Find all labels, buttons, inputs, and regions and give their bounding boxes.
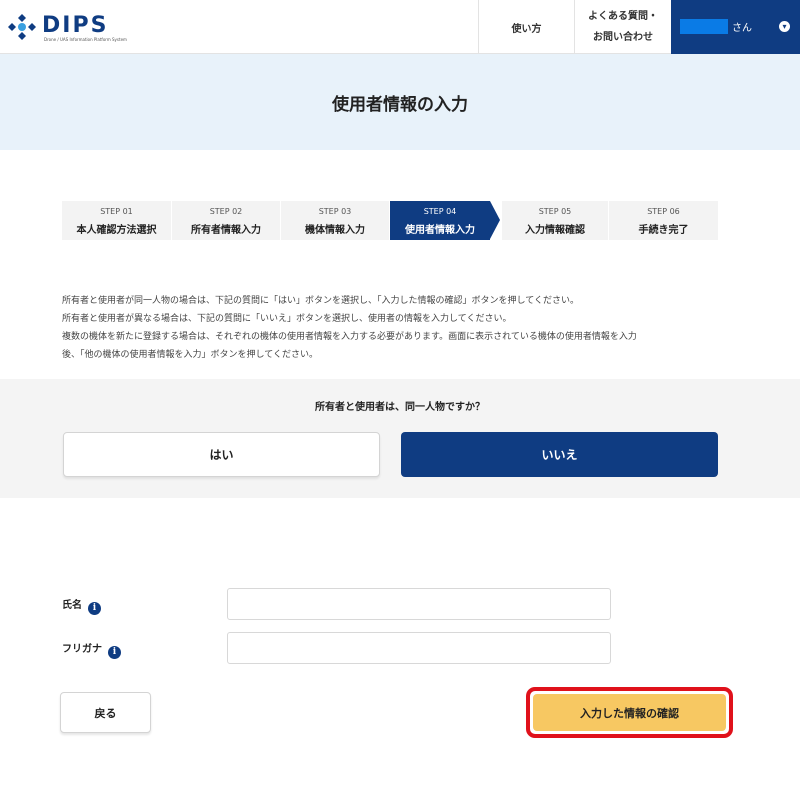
info-icon[interactable]: i — [108, 646, 121, 659]
step-03: STEP 03 機体情報入力 — [281, 201, 389, 240]
name-label-text: 氏名 — [62, 600, 82, 611]
nav-faq-line2: お問い合わせ — [593, 32, 653, 43]
step-arrow-active — [490, 201, 500, 239]
header: DIPS Drone / UAS Information Platform Sy… — [0, 0, 800, 54]
step-label: 本人確認方法選択 — [76, 225, 157, 236]
kana-field[interactable] — [227, 632, 611, 664]
step-06: STEP 06 手続き完了 — [609, 201, 718, 240]
step-label: 使用者情報入力 — [405, 225, 475, 236]
user-suffix: さん — [732, 23, 752, 34]
logo-text: DIPS — [42, 13, 109, 38]
step-04: STEP 04 使用者情報入力 — [390, 201, 490, 240]
page-title: 使用者情報の入力 — [332, 95, 468, 115]
info-icon[interactable]: i — [88, 602, 101, 615]
user-menu[interactable]: さん ▾ — [671, 0, 800, 54]
step-number: STEP 03 — [318, 207, 352, 216]
confirm-button[interactable]: 入力した情報の確認 — [533, 694, 726, 731]
step-05: STEP 05 入力情報確認 — [502, 201, 608, 240]
instruction-line: 後、「他の機体の使用者情報を入力」ボタンを押してください。 — [62, 350, 318, 360]
instruction-line: 所有者と使用者が同一人物の場合は、下記の質問に「はい」ボタンを選択し、「入力した… — [62, 296, 579, 306]
step-number: STEP 02 — [209, 207, 243, 216]
step-02: STEP 02 所有者情報入力 — [172, 201, 280, 240]
instruction-line: 複数の機体を新たに登録する場合は、それぞれの機体の使用者情報を入力する必要があり… — [62, 332, 637, 342]
step-number: STEP 01 — [100, 207, 133, 216]
kana-label: フリガナ i — [62, 640, 121, 659]
back-button[interactable]: 戻る — [60, 692, 151, 733]
step-01: STEP 01 本人確認方法選択 — [62, 201, 171, 240]
step-label: 手続き完了 — [638, 225, 689, 236]
step-number: STEP 04 — [423, 207, 457, 216]
same-person-question: 所有者と使用者は、同一人物ですか？ — [315, 402, 485, 413]
instruction-line: 所有者と使用者が異なる場合は、下記の質問に「いいえ」ボタンを選択し、使用者の情報… — [62, 314, 512, 324]
nav-faq-link[interactable]: よくある質問・ お問い合わせ — [574, 0, 671, 54]
nav-usage-link[interactable]: 使い方 — [478, 0, 574, 54]
dips-logo[interactable]: DIPS Drone / UAS Information Platform Sy… — [6, 12, 146, 42]
yes-button[interactable]: はい — [63, 432, 380, 477]
chevron-down-icon[interactable]: ▾ — [779, 21, 790, 32]
step-label: 入力情報確認 — [525, 225, 585, 236]
step-label: 所有者情報入力 — [191, 225, 261, 236]
step-number: STEP 05 — [538, 207, 572, 216]
nav-faq-line1: よくある質問・ — [588, 11, 658, 22]
name-field[interactable] — [227, 588, 611, 620]
dips-logo-icon — [8, 14, 36, 40]
step-number: STEP 06 — [647, 207, 680, 216]
step-progress: STEP 01 本人確認方法選択 STEP 02 所有者情報入力 STEP 03… — [62, 201, 718, 240]
logo-subtitle: Drone / UAS Information Platform System — [44, 37, 127, 42]
kana-label-text: フリガナ — [62, 644, 102, 655]
instructions: 所有者と使用者が同一人物の場合は、下記の質問に「はい」ボタンを選択し、「入力した… — [62, 292, 732, 364]
user-name-redacted — [680, 19, 728, 34]
step-label: 機体情報入力 — [305, 225, 365, 236]
name-label: 氏名 i — [62, 596, 101, 615]
no-button[interactable]: いいえ — [401, 432, 718, 477]
